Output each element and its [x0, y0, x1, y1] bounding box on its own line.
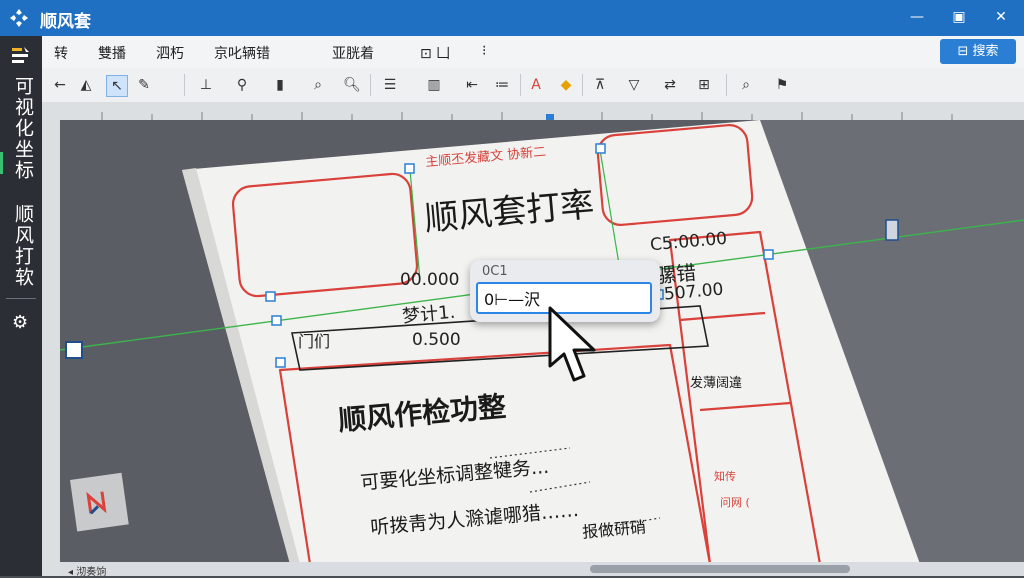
right-text-2: 知传: [714, 470, 736, 483]
popup-label: 0C1: [482, 264, 508, 279]
bullets-icon[interactable]: ≔: [492, 75, 512, 95]
search-icon[interactable]: ⌕: [736, 75, 756, 95]
horizontal-ruler[interactable]: [42, 102, 1024, 122]
menu-item-2[interactable]: 雙播: [98, 43, 126, 63]
sidebar-item-coordinates[interactable]: 可视化坐标: [8, 76, 34, 181]
zoom-icon[interactable]: ⌕: [308, 75, 328, 95]
pen-icon[interactable]: ✎: [134, 75, 154, 95]
layers-icon[interactable]: [9, 44, 31, 66]
toolbar-divider-5: [726, 74, 727, 96]
filter-icon[interactable]: ▽: [624, 75, 644, 95]
indent-icon[interactable]: ⇤: [462, 75, 482, 95]
align-icon[interactable]: ⊥: [196, 75, 216, 95]
label-small: 梦计1.: [401, 301, 457, 328]
horizontal-scrollbar[interactable]: [590, 565, 850, 573]
column-icon[interactable]: ▥: [424, 75, 444, 95]
text-color-icon[interactable]: A: [526, 75, 546, 95]
fill-bucket-icon[interactable]: ◭: [76, 75, 96, 95]
sidebar-divider: [6, 298, 36, 299]
value-left-top: 00.000: [400, 270, 460, 290]
right-text-1: 发薄阔違: [690, 376, 743, 391]
menu-item-1[interactable]: 转: [54, 43, 68, 63]
status-bar: ◂ 沏奏饷: [60, 562, 1024, 578]
marker-icon[interactable]: ▮: [270, 75, 290, 95]
menu-item-6[interactable]: ⊡ 凵: [420, 43, 450, 63]
toolbar-divider: [184, 74, 185, 96]
restore-button[interactable]: ▣: [948, 6, 970, 28]
menu-item-4[interactable]: 京叱辆错: [214, 43, 270, 63]
value-mid: 0.500: [412, 330, 461, 350]
mouse-cursor-icon: [548, 306, 596, 382]
gear-icon[interactable]: ⚙: [12, 312, 28, 333]
ruler-ticks: [101, 112, 953, 122]
swap-icon[interactable]: ⇄: [660, 75, 680, 95]
search-button[interactable]: ⊟ 搜索: [940, 39, 1016, 64]
menu-item-more[interactable]: ⁝: [482, 43, 486, 59]
toolbar-divider-2: [370, 74, 371, 96]
document-canvas[interactable]: 主顺丕发藏文 协新二 顺风套打率 00.000 C5:00.00 骡错 507.…: [60, 120, 1024, 564]
sidebar-item-print[interactable]: 顺风打软: [8, 204, 34, 288]
toolbar: ← ◭ ↖ ✎ ⊥ ⚲ ▮ ⌕ 🔍︎ ☰ ▥ ⇤ ≔ A ◆ ⊼ ▽ ⇄ ⊞ ⌕…: [42, 68, 1024, 103]
back-arrow-icon[interactable]: ←: [50, 75, 70, 95]
vertical-ruler[interactable]: [42, 120, 61, 576]
stamp-icon[interactable]: ⊼: [590, 75, 610, 95]
toolbar-divider-4: [582, 74, 583, 96]
left-sidebar: 可视化坐标 顺风打软 ⚙: [0, 36, 42, 576]
magnify-icon[interactable]: 🔍︎: [342, 75, 362, 95]
pin-icon[interactable]: ⚑: [772, 75, 792, 95]
right-text-3: 问网 (: [720, 496, 750, 509]
list-icon[interactable]: ☰: [380, 75, 400, 95]
app-logo-icon: [10, 9, 28, 27]
highlight-icon[interactable]: ◆: [556, 75, 576, 95]
menu-item-3[interactable]: 泗朽: [156, 43, 184, 63]
left-label: 门们: [298, 332, 331, 351]
menu-bar: 转 雙播 泗朽 京叱辆错 亚胱着 ⊡ 凵 ⁝ ⊟ 搜索: [42, 36, 1024, 69]
active-indicator: [0, 152, 3, 174]
minimize-button[interactable]: —: [906, 6, 928, 28]
toolbar-divider-3: [520, 74, 521, 96]
title-bar: 顺风套 — ▣ ✕: [0, 0, 1024, 36]
close-button[interactable]: ✕: [990, 6, 1012, 28]
select-icon[interactable]: ↖: [106, 75, 128, 97]
menu-item-5[interactable]: 亚胱着: [332, 43, 374, 63]
brush-icon[interactable]: ⚲: [232, 75, 252, 95]
app-title: 顺风套: [40, 12, 91, 32]
layout-icon[interactable]: ⊞: [694, 75, 714, 95]
